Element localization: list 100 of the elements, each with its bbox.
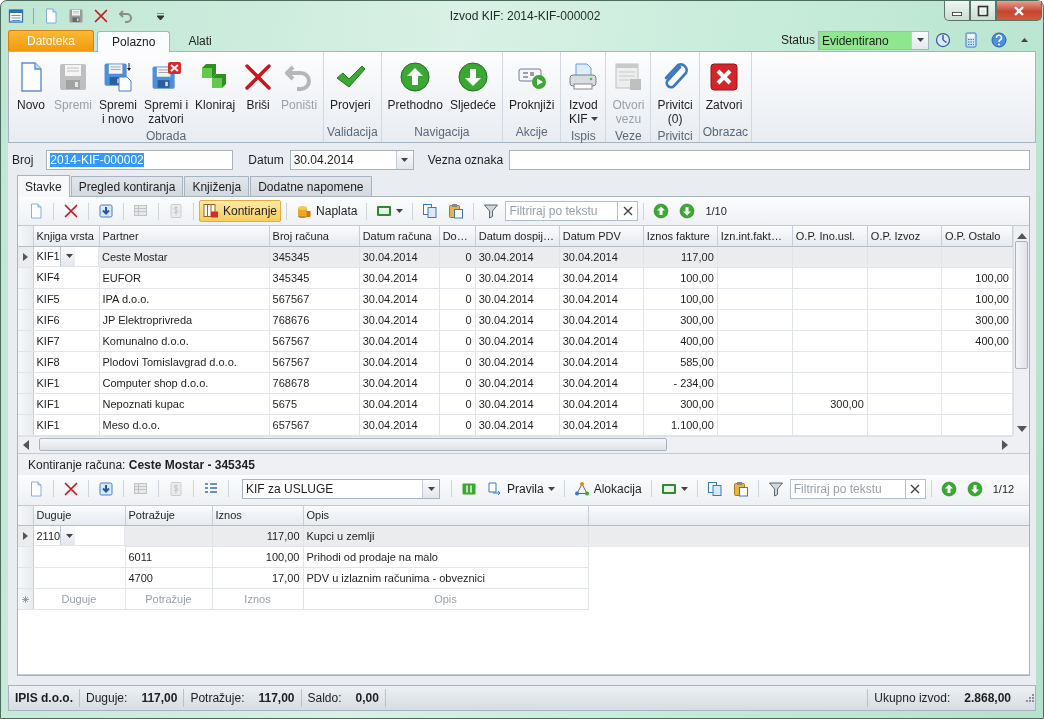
ribbon-button[interactable]: Prethodno	[384, 58, 446, 125]
table-cell: Nepoznati kupac	[99, 393, 270, 414]
column-header[interactable]: Iznos fakture	[643, 226, 718, 246]
tab[interactable]: Knjiženja	[184, 176, 250, 196]
table-cell: 100,00	[941, 288, 1013, 309]
tab[interactable]: Dodatne napomene	[250, 176, 372, 196]
table-row[interactable]: 4700 17,00 PDV u izlaznim računima - obveznici	[18, 567, 1029, 589]
table-row[interactable]: KIF4 EUFOR 345345 30.04.2014 0 30.04.2014 30.04.2014 100,00 100,00	[18, 267, 1013, 288]
table-cell: 567567	[269, 288, 360, 309]
arrow-up-icon	[653, 203, 670, 219]
total-value: 0,00	[355, 691, 379, 705]
filter-field[interactable]: Filtriraj po tekstu	[505, 201, 619, 221]
tab[interactable]: Stavke	[17, 175, 70, 197]
table-cell: 30.04.2014	[475, 414, 560, 435]
caret-icon	[1021, 38, 1028, 42]
table-row[interactable]: KIF5 IPA d.o.o. 567567 30.04.2014 0 30.04.2014 30.04.2014 100,00 100,00	[18, 288, 1013, 309]
undo-icon	[118, 8, 134, 24]
table-cell[interactable]: 2110	[33, 529, 61, 542]
table-cell: 100,00	[643, 288, 718, 309]
table-row[interactable]: KIF6 JP Elektroprivreda 768676 30.04.2014 0 30.04.2014 30.04.2014 300,00 300,00	[18, 309, 1013, 330]
ribbon-button[interactable]: Sljedeće	[447, 58, 499, 125]
close-icon	[708, 61, 741, 93]
ribbon-button[interactable]: Proknjiži	[506, 58, 558, 125]
caret-icon	[547, 486, 555, 491]
toolbar-button[interactable]: Pravila	[483, 477, 559, 500]
toolbar-button[interactable]: Alokacija	[569, 477, 646, 500]
table-cell: 30.04.2014	[475, 288, 560, 309]
column-header[interactable]: Knjiga vrsta	[33, 226, 100, 246]
table-cell: 0	[439, 414, 476, 435]
tab[interactable]: Pregled kontiranja	[70, 176, 184, 196]
column-header[interactable]: O.P. Ostalo	[941, 226, 1013, 246]
record-counter: 1/12	[992, 482, 1015, 495]
dropdown-button[interactable]	[60, 526, 76, 545]
group-label: Obrazac	[702, 125, 749, 141]
ribbon-tab[interactable]: Alati	[173, 30, 227, 51]
column-header[interactable]: O.P. Izvoz	[867, 226, 942, 246]
maximize-button[interactable]	[970, 1, 996, 21]
filter-field[interactable]: Filtriraj po tekstu	[789, 478, 906, 499]
ribbon-tab[interactable]: Polazno	[97, 31, 171, 52]
column-header[interactable]: Partner	[99, 226, 270, 246]
table-cell: PDV u izlaznim računima - obveznici	[303, 567, 588, 589]
ribbon-button[interactable]: Briši	[239, 58, 278, 129]
minimize-button[interactable]	[944, 1, 970, 21]
table-row[interactable]: KIF7 Komunalno d.o.o. 567567 30.04.2014 0 30.04.2014 30.04.2014 400,00 400,00	[18, 330, 1013, 351]
ribbon-button[interactable]: Privitci (0)	[654, 58, 696, 129]
column-header[interactable]: O.P. Ino.usl.	[792, 226, 868, 246]
clear-button[interactable]	[905, 478, 926, 499]
table-icon	[133, 480, 149, 497]
ribbon-button[interactable]: Spremi i zatvori	[141, 58, 192, 129]
toolbar-button[interactable]: Kontiranje	[199, 200, 282, 222]
new-button[interactable]	[43, 8, 59, 24]
ribbon-button[interactable]: Izvod KIF	[564, 58, 603, 129]
dollar-icon	[168, 203, 184, 219]
table-row[interactable]: KIF1 Ceste Mostar 345345 30.04.2014 0 30.04.2014 30.04.2014 117,00	[18, 246, 1013, 267]
table-cell: KIF1	[33, 414, 100, 435]
column-header[interactable]: Potražuje	[125, 505, 212, 526]
column-header[interactable]: Izn.int.fakt…	[717, 226, 793, 246]
table-row[interactable]: 2110 117,00 Kupci u zemlji	[18, 525, 1029, 547]
ribbon-button[interactable]: Provjeri	[327, 58, 374, 125]
minimize-icon	[952, 11, 962, 16]
vertical-scrollbar[interactable]	[1013, 226, 1029, 436]
delete-button[interactable]	[93, 8, 109, 24]
table-row[interactable]: 6011 100,00 Prihodi od prodaje na malo	[18, 546, 1029, 568]
reference-field[interactable]	[509, 149, 1030, 170]
column-header[interactable]: Iznos	[212, 505, 303, 526]
clear-button[interactable]	[618, 201, 639, 221]
table-cell: 300,00	[941, 309, 1013, 330]
table-cell: 345345	[269, 267, 360, 288]
table-cell: EUFOR	[99, 267, 270, 288]
app-menu-button[interactable]	[8, 8, 24, 24]
table-row[interactable]: KIF8 Plodovi Tomislavgrad d.o.o. 567567 30.04.2014 0 30.04.2014 30.04.2014 585,00	[18, 351, 1013, 372]
table-row[interactable]: KIF1 Computer shop d.o.o. 768678 30.04.2014 0 30.04.2014 30.04.2014 - 234,00	[18, 372, 1013, 393]
rules-icon	[487, 480, 503, 497]
table-row[interactable]: KIF1 Nepoznati kupac 5675 30.04.2014 0 30.04.2014 30.04.2014 300,00 300,00	[18, 393, 1013, 414]
column-header[interactable]: Datum dospij…	[475, 226, 560, 246]
close-button[interactable]	[996, 1, 1042, 21]
copy-icon	[422, 203, 439, 219]
table-cell: 300,00	[643, 309, 718, 330]
group-label: Obrada	[145, 129, 188, 143]
ribbon-button[interactable]: Novo	[12, 58, 50, 129]
table-cell: 30.04.2014	[559, 288, 644, 309]
table-cell: 300,00	[792, 393, 868, 414]
column-header[interactable]: Do…	[439, 226, 476, 246]
ribbon-button[interactable]: Spremi i novo	[96, 58, 141, 129]
column-header[interactable]: Datum računa	[359, 226, 440, 246]
table-row[interactable]: KIF1 Meso d.o.o. 657567 30.04.2014 0 30.04.2014 30.04.2014 1.100,00	[18, 414, 1013, 435]
column-header[interactable]: Datum PDV	[559, 226, 644, 246]
undo-button[interactable]	[118, 8, 134, 24]
table-cell: Kupci u zemlji	[303, 525, 588, 547]
toolbar-button[interactable]: Naplata	[292, 200, 362, 222]
column-header[interactable]: Broj računa	[269, 226, 360, 246]
maximize-icon	[977, 4, 989, 17]
table-cell: 768678	[269, 372, 360, 393]
ribbon-button[interactable]: Kloniraj	[192, 58, 239, 129]
save-button[interactable]	[68, 8, 84, 24]
table-cell: 30.04.2014	[359, 330, 440, 351]
ribbon-button[interactable]: Zatvori	[702, 58, 746, 125]
column-header[interactable]: Duguje	[33, 505, 125, 526]
customize-button[interactable]	[157, 12, 164, 20]
column-header[interactable]: Opis	[303, 505, 588, 526]
